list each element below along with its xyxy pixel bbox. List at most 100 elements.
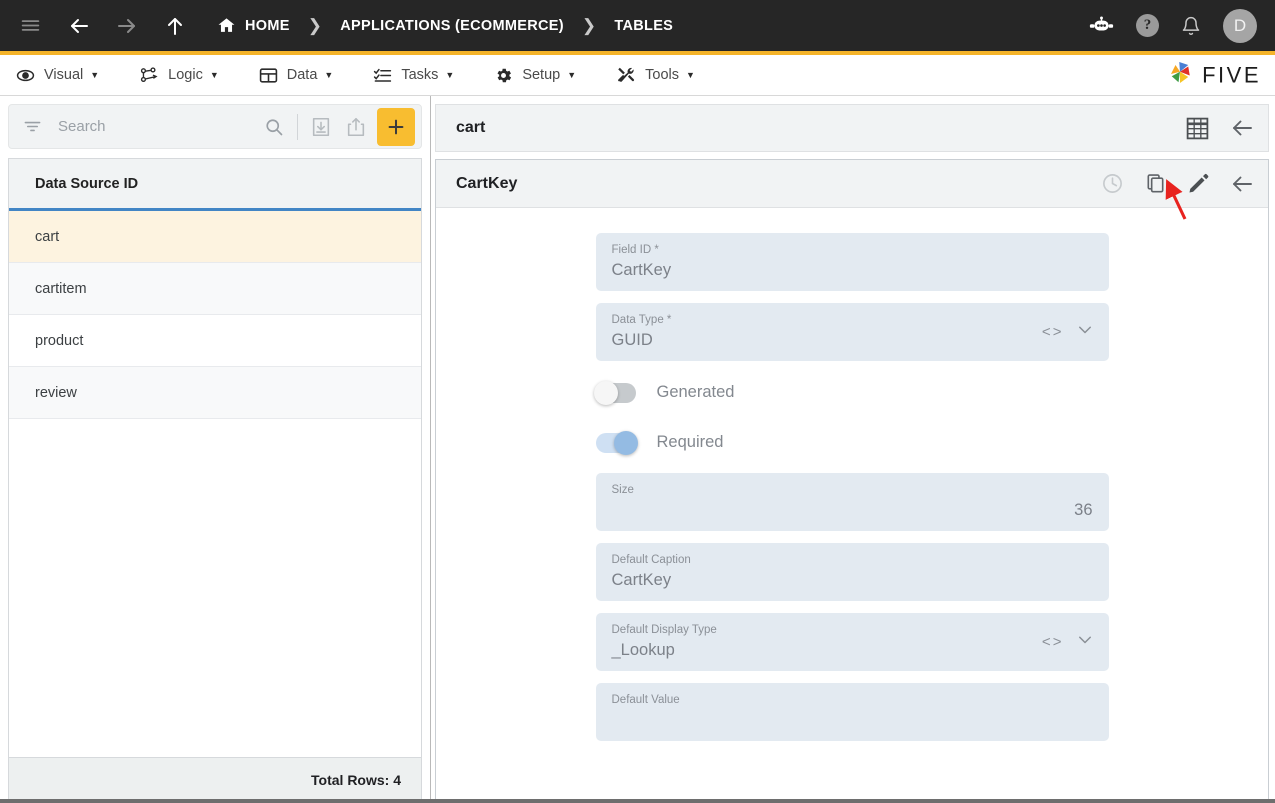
breadcrumb-item-tables[interactable]: TABLES: [614, 18, 673, 34]
table-empty-space: [9, 419, 421, 757]
data-type-adornments: < >: [1042, 321, 1094, 344]
menu-tasks[interactable]: Tasks ▼: [373, 66, 454, 85]
robot-assistant-icon[interactable]: [1089, 16, 1114, 36]
five-pinwheel-logo: [1165, 58, 1195, 93]
chevron-down-icon[interactable]: [1076, 321, 1094, 344]
record-panel-actions: [1185, 116, 1254, 141]
back-arrow-icon[interactable]: [67, 14, 91, 38]
search-icon[interactable]: [257, 108, 291, 146]
data-type-select[interactable]: Data Type * GUID < >: [596, 303, 1109, 361]
column-header-label: Data Source ID: [35, 176, 138, 192]
table-column-header[interactable]: Data Source ID: [9, 159, 421, 211]
chevron-down-icon: ▼: [210, 70, 219, 80]
filter-icon[interactable]: [23, 117, 42, 136]
generated-toggle-row: Generated: [596, 373, 1109, 412]
menu-logic-label: Logic: [168, 67, 203, 83]
menu-tools-label: Tools: [645, 67, 679, 83]
row-label: cart: [35, 229, 59, 245]
breadcrumb-separator: ❯: [308, 16, 323, 36]
default-display-type-adornments: < >: [1042, 631, 1094, 654]
field-id-label: Field ID *: [612, 242, 1093, 258]
hamburger-icon[interactable]: [20, 15, 41, 36]
field-id-input[interactable]: Field ID * CartKey: [596, 233, 1109, 291]
close-panel-button[interactable]: [1230, 116, 1254, 140]
row-label: cartitem: [35, 281, 87, 297]
table-row[interactable]: review: [9, 367, 421, 419]
pencil-edit-icon[interactable]: [1187, 172, 1210, 195]
notifications-bell-icon[interactable]: [1181, 15, 1201, 37]
export-share-icon[interactable]: [339, 108, 373, 146]
field-panel-title: CartKey: [456, 175, 517, 193]
chevron-down-icon: ▼: [567, 70, 576, 80]
size-input[interactable]: Size 36: [596, 473, 1109, 531]
table-row[interactable]: product: [9, 315, 421, 367]
tasks-checklist-icon: [373, 66, 392, 85]
row-label: review: [35, 385, 77, 401]
breadcrumb-item-applications[interactable]: APPLICATIONS (ECOMMERCE): [340, 18, 564, 34]
required-toggle[interactable]: [596, 433, 636, 453]
chevron-down-icon: ▼: [445, 70, 454, 80]
breadcrumb: HOME ❯ APPLICATIONS (ECOMMERCE) ❯ TABLES: [217, 16, 673, 36]
brand-word: FIVE: [1202, 62, 1261, 88]
forward-arrow-icon[interactable]: [115, 14, 139, 38]
default-display-type-label: Default Display Type: [612, 622, 1093, 638]
generated-toggle-label: Generated: [657, 383, 735, 402]
avatar[interactable]: D: [1223, 9, 1257, 43]
top-navigation-bar: HOME ❯ APPLICATIONS (ECOMMERCE) ❯ TABLES…: [0, 0, 1275, 55]
copy-icon[interactable]: [1144, 172, 1167, 195]
menu-tools[interactable]: Tools ▼: [616, 66, 695, 85]
chevron-down-icon: ▼: [324, 70, 333, 80]
help-glyph: ?: [1144, 17, 1152, 34]
default-caption-value: CartKey: [612, 568, 1093, 593]
row-label: product: [35, 333, 83, 349]
toggle-knob: [614, 431, 638, 455]
home-icon: [217, 16, 236, 35]
default-value-input[interactable]: Default Value: [596, 683, 1109, 741]
default-caption-input[interactable]: Default Caption CartKey: [596, 543, 1109, 601]
code-icon[interactable]: < >: [1042, 634, 1061, 651]
menu-setup[interactable]: Setup ▼: [494, 66, 576, 85]
logic-nodes-icon: [139, 66, 159, 85]
five-brand-logo: FIVE: [1165, 58, 1261, 93]
avatar-initial: D: [1234, 16, 1246, 36]
search-toolbar: [8, 104, 422, 149]
menu-setup-label: Setup: [522, 67, 560, 83]
total-rows-label: Total Rows: 4: [311, 772, 401, 788]
data-type-label: Data Type *: [612, 312, 1093, 328]
workspace: Data Source ID cart cartitem product rev…: [0, 96, 1275, 803]
up-arrow-icon[interactable]: [163, 14, 187, 38]
menu-data[interactable]: Data ▼: [259, 66, 334, 85]
close-button[interactable]: [1230, 172, 1254, 196]
field-panel-actions: [1101, 172, 1254, 196]
add-data-source-button[interactable]: [377, 108, 415, 146]
data-sources-table: Data Source ID cart cartitem product rev…: [8, 158, 422, 757]
table-rows: cart cartitem product review: [9, 211, 421, 757]
code-icon[interactable]: < >: [1042, 324, 1061, 341]
menu-visual-label: Visual: [44, 67, 83, 83]
default-display-type-select[interactable]: Default Display Type _Lookup < >: [596, 613, 1109, 671]
size-label: Size: [612, 482, 1093, 498]
field-form: Field ID * CartKey Data Type * GUID < >: [436, 208, 1268, 803]
generated-toggle[interactable]: [596, 383, 636, 403]
chevron-down-icon: ▼: [686, 70, 695, 80]
grid-view-button[interactable]: [1185, 116, 1210, 141]
default-value-label: Default Value: [612, 692, 1093, 708]
menu-visual[interactable]: Visual ▼: [16, 66, 99, 85]
history-clock-icon[interactable]: [1101, 172, 1124, 195]
table-row[interactable]: cart: [9, 211, 421, 263]
data-type-value: GUID: [612, 328, 1093, 353]
table-row[interactable]: cartitem: [9, 263, 421, 315]
required-toggle-label: Required: [657, 433, 724, 452]
breadcrumb-item-home[interactable]: HOME: [245, 18, 290, 34]
menu-logic[interactable]: Logic ▼: [139, 66, 219, 85]
help-icon[interactable]: ?: [1136, 14, 1159, 37]
tools-wrench-icon: [616, 66, 636, 85]
eye-icon: [16, 66, 35, 85]
import-download-icon[interactable]: [304, 108, 338, 146]
field-id-value: CartKey: [612, 258, 1093, 283]
chevron-down-icon[interactable]: [1076, 631, 1094, 654]
top-bar-actions: ? D: [1089, 9, 1257, 43]
menu-tasks-label: Tasks: [401, 67, 438, 83]
chevron-down-icon: ▼: [90, 70, 99, 80]
search-input[interactable]: [58, 118, 257, 135]
